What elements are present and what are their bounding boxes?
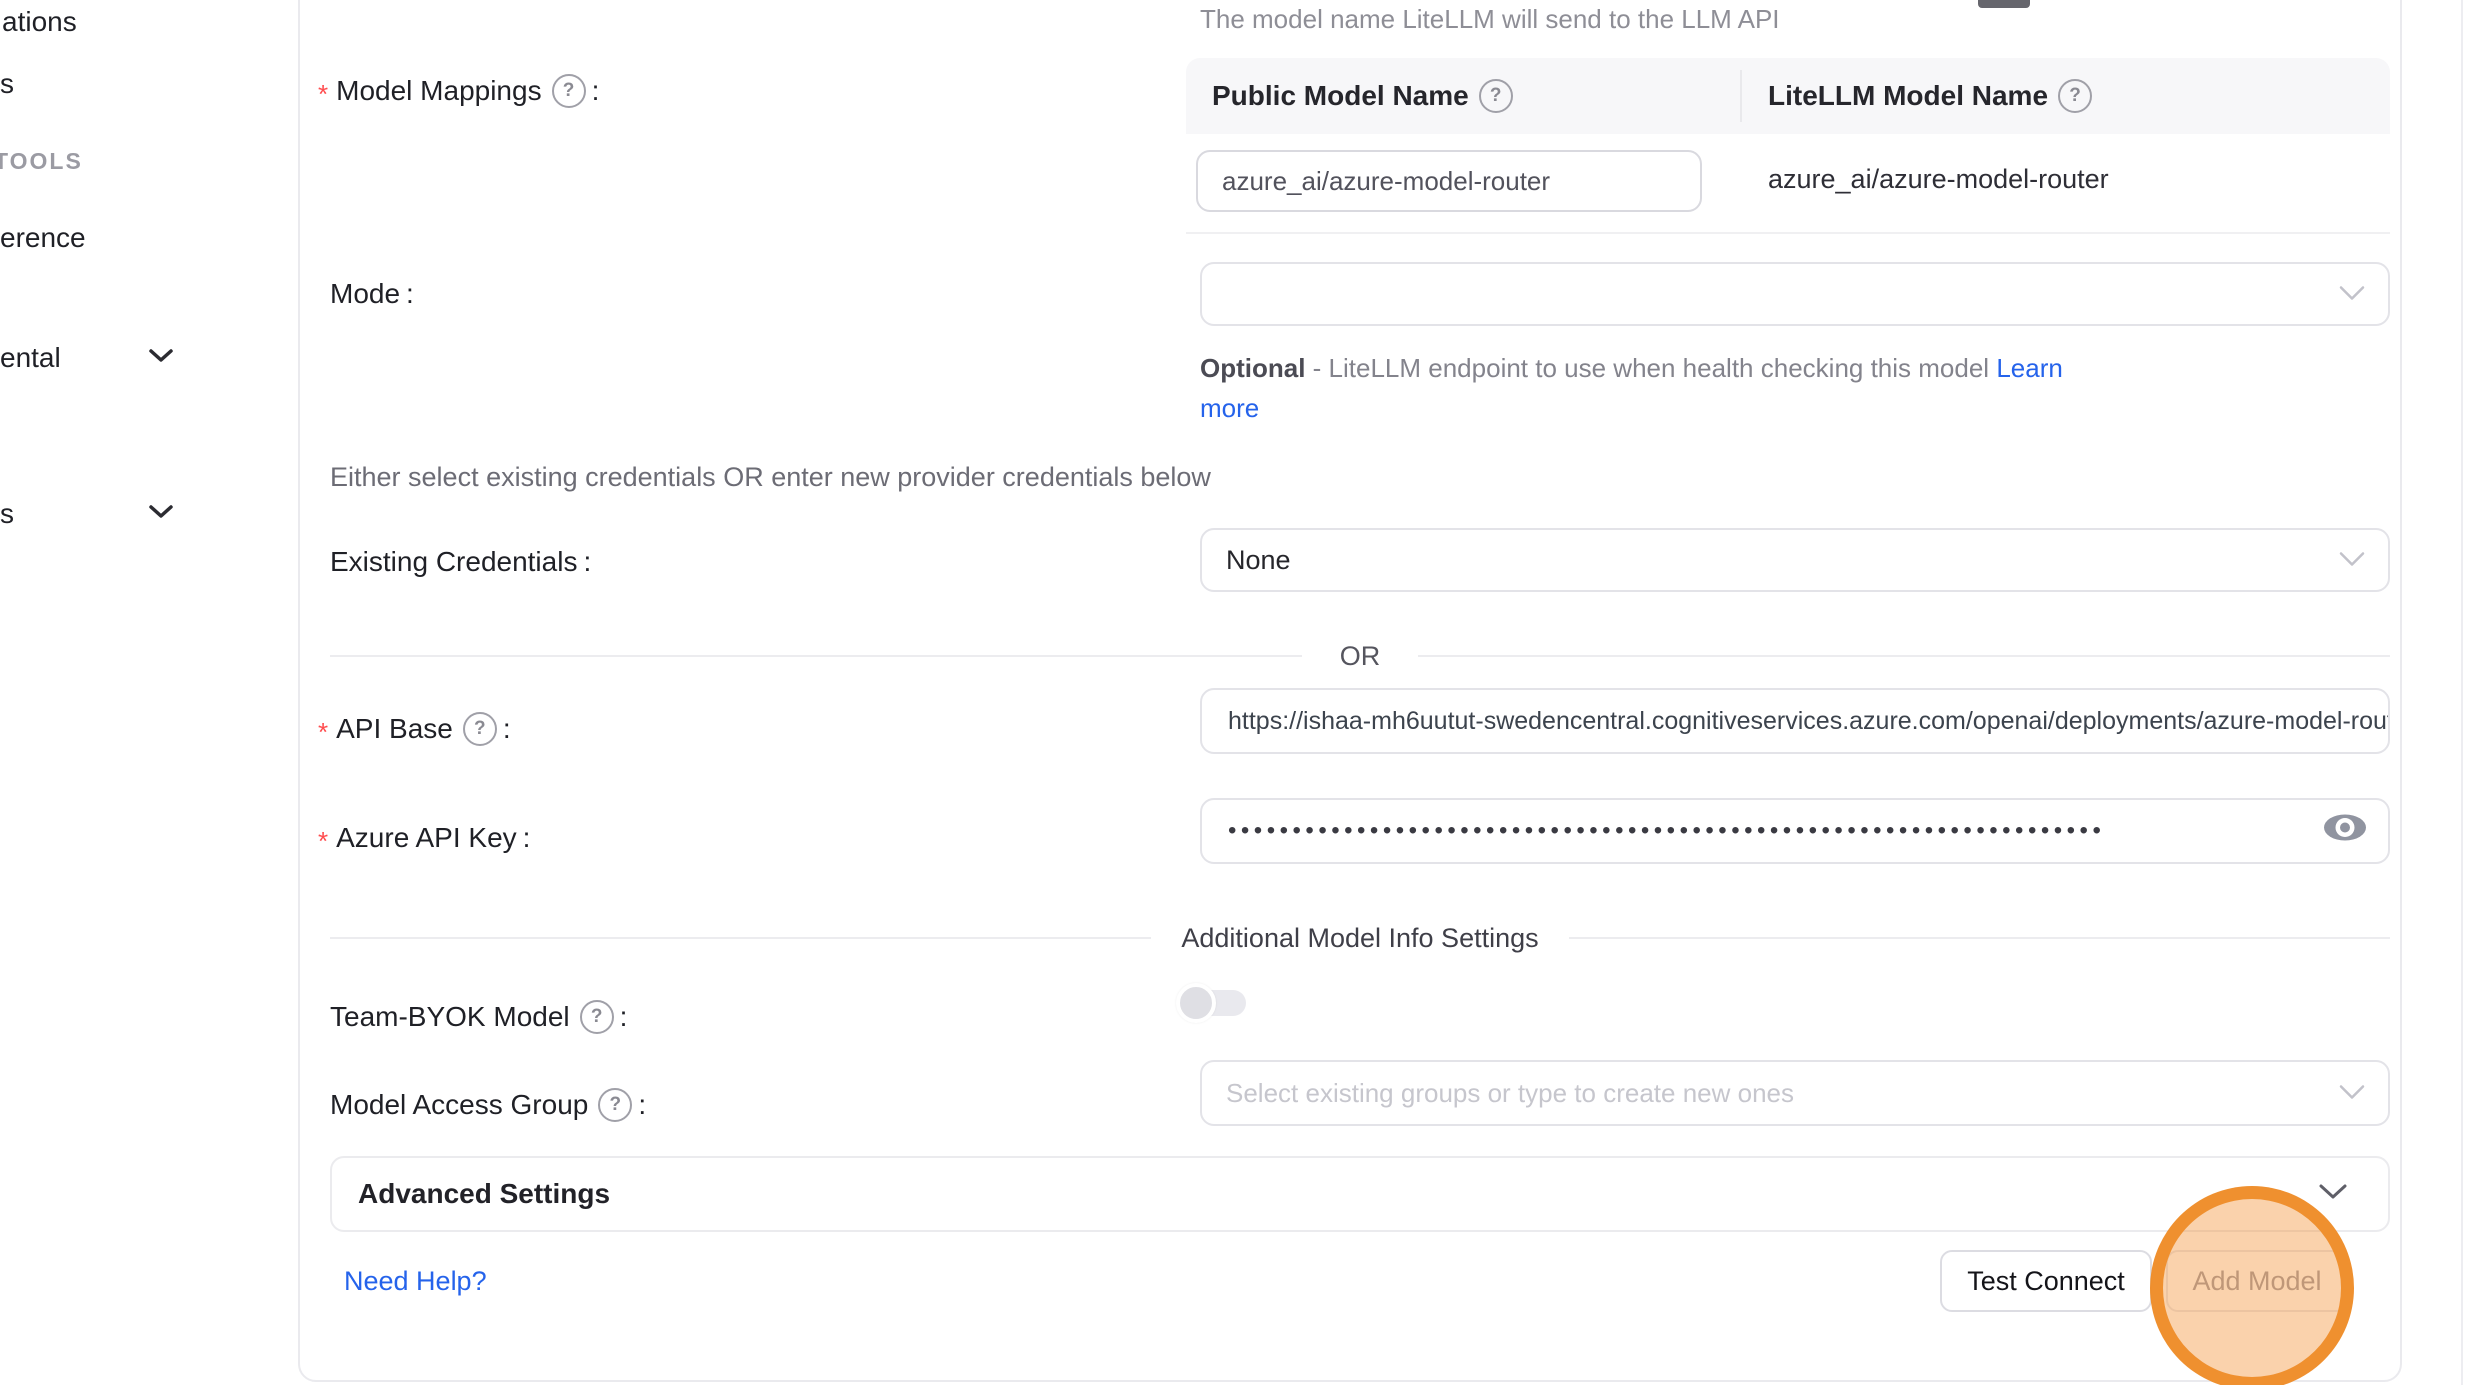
required-asterisk: * [318,79,328,110]
api-base-value: https://ishaa-mh6uutut-swedencentral.cog… [1228,707,2390,736]
label-colon: : [503,713,511,745]
api-base-input[interactable]: https://ishaa-mh6uutut-swedencentral.cog… [1200,688,2390,754]
model-access-group-placeholder: Select existing groups or type to create… [1226,1078,1794,1109]
help-glyph: ? [591,1006,603,1028]
chevron-down-icon [2338,545,2366,576]
masked-api-key-value: ••••••••••••••••••••••••••••••••••••••••… [1228,817,2288,845]
outer-panel-edge [2461,0,2463,1385]
existing-credentials-label-text: Existing Credentials [330,546,577,578]
add-model-button[interactable]: Add Model [2166,1250,2348,1312]
azure-api-key-label-text: Azure API Key [336,822,517,854]
azure-api-key-input[interactable]: ••••••••••••••••••••••••••••••••••••••••… [1200,798,2390,864]
chevron-down-icon [2338,1078,2366,1109]
litellm-model-name-header-text: LiteLLM Model Name [1768,80,2048,112]
or-divider-text: OR [1340,641,1381,672]
learn-more-link-line2[interactable]: more [1200,393,1259,423]
help-icon[interactable]: ? [2058,79,2092,113]
divider-line [330,937,1151,939]
optional-body: - LiteLLM endpoint to use when health ch… [1305,353,1996,383]
chevron-down-icon[interactable] [148,504,174,525]
advanced-settings-panel[interactable]: Advanced Settings [330,1156,2390,1232]
chevron-down-icon [2318,1183,2348,1206]
chevron-down-icon [2338,279,2366,310]
help-glyph: ? [610,1094,622,1116]
existing-credentials-select[interactable]: None [1200,528,2390,592]
mode-label-text: Mode [330,278,400,310]
divider-line [330,655,1302,657]
label-colon: : [620,1001,628,1033]
help-icon[interactable]: ? [598,1088,632,1122]
column-divider [1740,70,1742,122]
mode-label: Mode : [330,278,414,310]
divider-line [1569,937,2390,939]
label-colon: : [638,1089,646,1121]
label-colon: : [583,546,591,578]
clipped-element-edge [1978,0,2030,8]
help-icon[interactable]: ? [463,712,497,746]
litellm-model-name-header: LiteLLM Model Name ? [1768,79,2092,113]
label-colon: : [406,278,414,310]
model-mappings-table: Public Model Name ? LiteLLM Model Name ?… [1186,58,2390,234]
sidebar-section-tools: TOOLS [0,148,83,175]
public-model-name-header-text: Public Model Name [1212,80,1469,112]
help-glyph: ? [563,80,575,102]
add-model-page: ations s TOOLS erence ental s The model … [0,0,2477,1385]
help-icon[interactable]: ? [552,74,586,108]
learn-more-link[interactable]: Learn [1996,353,2063,383]
help-icon[interactable]: ? [580,1000,614,1034]
team-byok-label-text: Team-BYOK Model [330,1001,570,1033]
team-byok-label: Team-BYOK Model ? : [330,1000,627,1034]
model-access-group-select[interactable]: Select existing groups or type to create… [1200,1060,2390,1126]
sidebar-item[interactable]: s [0,68,14,100]
public-model-name-input[interactable]: azure_ai/azure-model-router [1196,150,1702,212]
table-header-row: Public Model Name ? LiteLLM Model Name ? [1186,58,2390,134]
sidebar-item-settings[interactable]: s [0,498,14,530]
toggle-knob [1176,983,1216,1023]
chevron-down-icon[interactable] [148,348,174,369]
team-byok-toggle[interactable] [1184,990,1246,1016]
help-icon[interactable]: ? [1479,79,1513,113]
divider-line [1418,655,2390,657]
litellm-model-name-value: azure_ai/azure-model-router [1768,164,2109,195]
additional-info-divider-text: Additional Model Info Settings [1181,923,1538,954]
existing-credentials-label: Existing Credentials : [330,546,591,578]
model-name-helper-text: The model name LiteLLM will send to the … [1200,4,1780,35]
required-asterisk: * [318,717,328,748]
sidebar-item-experimental[interactable]: ental [0,342,61,374]
model-mappings-label: * Model Mappings ? : [318,74,599,108]
mode-optional-note: Optional - LiteLLM endpoint to use when … [1200,348,2063,428]
sidebar-item-api-reference[interactable]: erence [0,222,86,254]
sidebar-item-organizations[interactable]: ations [2,6,77,38]
show-password-eye-icon[interactable] [2322,812,2368,851]
label-colon: : [592,75,600,107]
model-access-group-label: Model Access Group ? : [330,1088,646,1122]
help-glyph: ? [474,718,486,740]
credentials-note: Either select existing credentials OR en… [330,462,1211,493]
help-glyph: ? [1490,85,1502,107]
optional-bold: Optional [1200,353,1305,383]
api-base-label-text: API Base [336,713,453,745]
model-mappings-label-text: Model Mappings [336,75,541,107]
or-divider: OR [330,640,2390,672]
api-base-label: * API Base ? : [318,712,511,746]
additional-info-divider: Additional Model Info Settings [330,922,2390,954]
test-connect-button[interactable]: Test Connect [1940,1250,2152,1312]
label-colon: : [523,822,531,854]
sidebar: ations s TOOLS erence ental s [0,0,298,1385]
existing-credentials-value: None [1226,545,1291,576]
need-help-link[interactable]: Need Help? [344,1266,487,1297]
azure-api-key-label: * Azure API Key : [318,822,530,854]
model-access-group-label-text: Model Access Group [330,1089,588,1121]
table-row: azure_ai/azure-model-router azure_ai/azu… [1186,134,2390,234]
help-glyph: ? [2069,85,2081,107]
public-model-name-header: Public Model Name ? [1212,79,1712,113]
mode-select[interactable] [1200,262,2390,326]
required-asterisk: * [318,826,328,857]
advanced-settings-title: Advanced Settings [358,1178,610,1210]
